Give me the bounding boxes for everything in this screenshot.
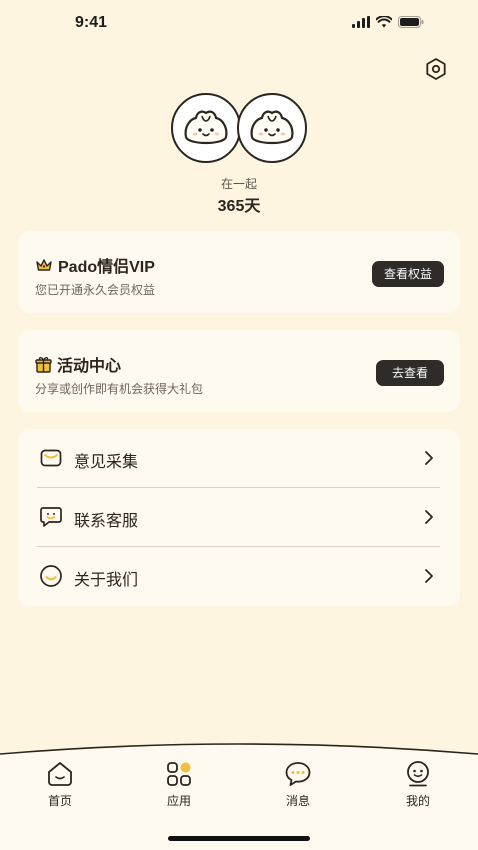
vip-card-title: Pado情侣VIP (35, 253, 155, 277)
gift-icon (35, 356, 52, 373)
avatar-left[interactable] (171, 93, 241, 163)
dumpling-avatar-icon (184, 110, 228, 145)
menu-item-support[interactable]: 联系客服 (18, 488, 460, 547)
avatar-right[interactable] (237, 93, 307, 163)
menu-list: 意见采集 联系客服 关于我们 (18, 429, 460, 606)
activity-card-title: 活动中心 (35, 352, 121, 376)
chevron-right-icon (425, 451, 433, 465)
tab-messages[interactable]: 消息 (268, 760, 328, 809)
couple-avatars (171, 93, 309, 167)
message-icon (285, 762, 311, 786)
tab-label: 应用 (166, 794, 191, 808)
vip-title-text: Pado情侣VIP (58, 259, 155, 276)
profile-icon (407, 761, 429, 787)
apps-icon (167, 762, 191, 786)
tab-profile[interactable]: 我的 (388, 760, 448, 809)
settings-icon[interactable] (424, 57, 448, 81)
home-indicator (168, 836, 310, 841)
vip-desc: 您已开通永久会员权益 (35, 283, 156, 297)
together-label: 在一起 (220, 177, 257, 191)
signal-icon (352, 16, 370, 28)
menu-label: 联系客服 (74, 513, 139, 530)
status-time: 9:41 (75, 14, 108, 31)
tab-bar: 首页 应用 消息 我的 (0, 740, 478, 850)
battery-icon (398, 16, 424, 28)
together-days: 365天 (217, 198, 261, 215)
go-view-button[interactable]: 去查看 (375, 360, 444, 386)
menu-label: 关于我们 (74, 572, 139, 589)
menu-item-about[interactable]: 关于我们 (18, 547, 460, 606)
status-icons (352, 16, 424, 28)
smile-icon (40, 565, 62, 587)
chevron-right-icon (425, 510, 433, 524)
activity-title-text: 活动中心 (57, 358, 122, 375)
tab-apps[interactable]: 应用 (149, 760, 209, 809)
wifi-icon (376, 16, 392, 28)
dumpling-avatar-icon (250, 110, 294, 145)
crown-icon (36, 259, 52, 271)
menu-label: 意见采集 (74, 454, 139, 471)
tab-home[interactable]: 首页 (30, 760, 90, 809)
chat-smile-icon (40, 507, 62, 527)
home-icon (48, 762, 72, 786)
activity-desc: 分享或创作即有机会获得大礼包 (35, 382, 204, 396)
mail-icon (40, 449, 62, 467)
menu-item-feedback[interactable]: 意见采集 (18, 429, 460, 488)
status-bar: 9:41 (0, 0, 478, 48)
chevron-right-icon (425, 569, 433, 583)
tab-label: 首页 (47, 794, 72, 808)
view-benefits-button[interactable]: 查看权益 (371, 261, 444, 287)
activity-card[interactable]: 活动中心 分享或创作即有机会获得大礼包 去查看 (18, 330, 460, 412)
tab-label: 我的 (405, 794, 430, 808)
tab-label: 消息 (285, 794, 310, 808)
vip-card[interactable]: Pado情侣VIP 您已开通永久会员权益 查看权益 (18, 231, 460, 313)
